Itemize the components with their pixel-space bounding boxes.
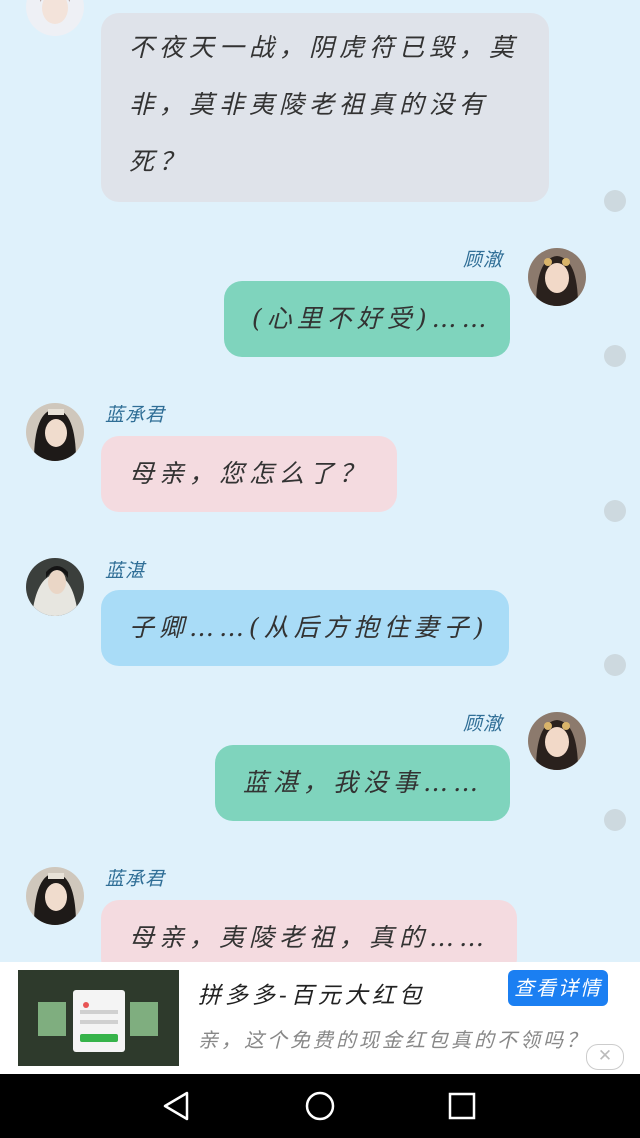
recents-square-icon[interactable]	[442, 1086, 482, 1126]
speaker-name: 蓝湛	[105, 560, 146, 582]
message-bubble[interactable]: 不夜天一战，阴虎符已毁，莫非，莫非夷陵老祖真的没有死？	[101, 13, 549, 202]
speaker-name: 顾澈	[463, 713, 504, 735]
message-bubble[interactable]: 母亲，夷陵老祖，真的……	[101, 900, 517, 962]
ad-thumbnail[interactable]	[18, 970, 179, 1066]
message-status-dot	[604, 500, 626, 522]
message-bubble[interactable]: 母亲，您怎么了？	[101, 436, 397, 512]
message-status-dot	[604, 345, 626, 367]
avatar[interactable]	[26, 558, 84, 616]
home-circle-icon[interactable]	[300, 1086, 340, 1126]
message-bubble[interactable]: 蓝湛，我没事……	[215, 745, 510, 821]
back-triangle-icon[interactable]	[157, 1086, 197, 1126]
message-status-dot	[604, 654, 626, 676]
ad-banner[interactable]: 拼多多-百元大红包 查看详情 亲，这个免费的现金红包真的不领吗？ ✕	[0, 962, 640, 1074]
ad-subtitle[interactable]: 亲，这个免费的现金红包真的不领吗？	[198, 1024, 589, 1053]
speaker-name: 蓝承君	[105, 868, 166, 890]
avatar[interactable]	[528, 248, 586, 306]
speaker-name: 蓝承君	[105, 404, 166, 426]
message-bubble[interactable]: (心里不好受)……	[224, 281, 510, 357]
avatar[interactable]	[528, 712, 586, 770]
speaker-name: 顾澈	[463, 249, 504, 271]
chat-area[interactable]: 不夜天一战，阴虎符已毁，莫非，莫非夷陵老祖真的没有死？ 顾澈 (心里不好受)………	[0, 0, 640, 962]
message-status-dot	[604, 809, 626, 831]
avatar[interactable]	[26, 403, 84, 461]
view-details-button[interactable]: 查看详情	[508, 970, 608, 1006]
navigation-bar	[0, 1074, 640, 1138]
message-status-dot	[604, 190, 626, 212]
close-icon[interactable]: ✕	[586, 1044, 624, 1070]
avatar[interactable]	[26, 0, 84, 36]
message-bubble[interactable]: 子卿……(从后方抱住妻子)	[101, 590, 509, 666]
avatar[interactable]	[26, 867, 84, 925]
ad-title[interactable]: 拼多多-百元大红包	[198, 976, 426, 1010]
